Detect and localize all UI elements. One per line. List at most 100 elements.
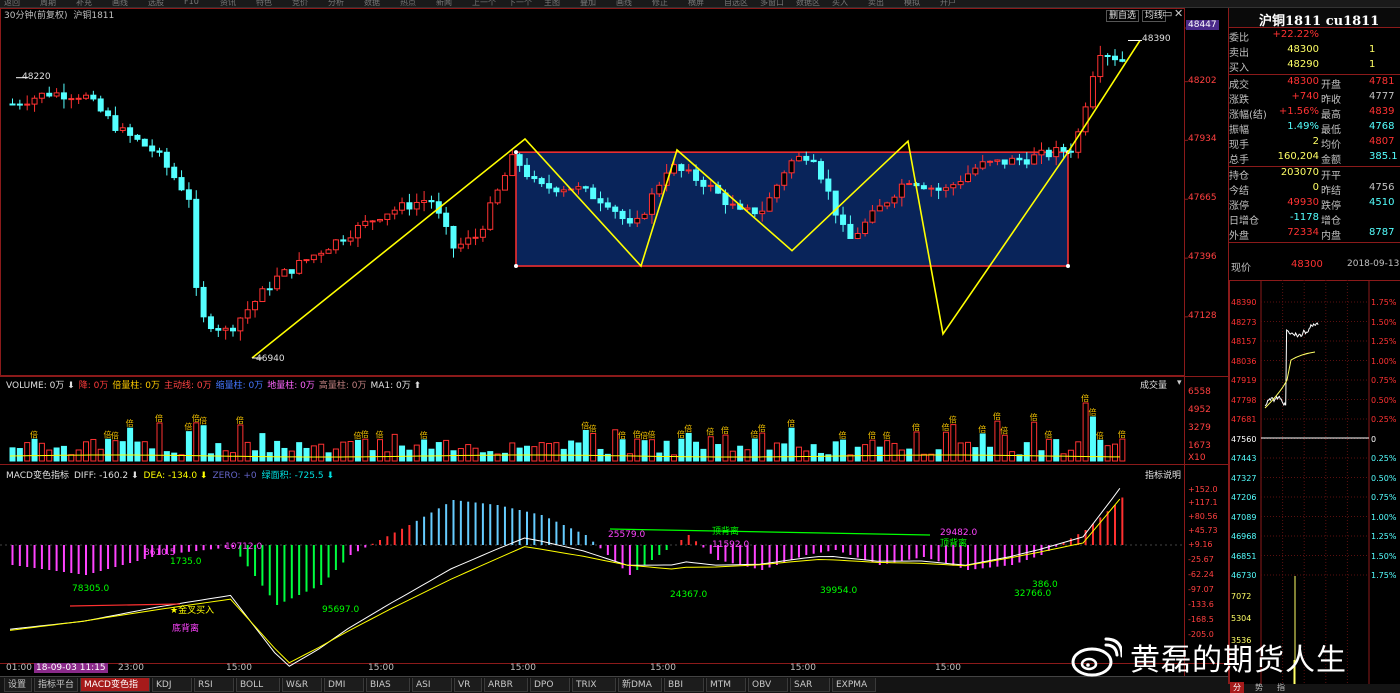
- quote-label: 涨停: [1229, 201, 1249, 212]
- left-high-price-label: 48220: [22, 71, 51, 82]
- volume-bar: [781, 443, 788, 462]
- macd-dea-line: [9, 498, 1121, 664]
- toolbar-item[interactable]: 叠加: [580, 0, 596, 7]
- low-price-label: 46940: [256, 354, 285, 364]
- candle-body: [604, 202, 611, 208]
- candle-body: [252, 301, 259, 311]
- volume-bar: [318, 443, 325, 462]
- indicator-tab[interactable]: W&R: [282, 678, 322, 692]
- toolbar-item[interactable]: 分析: [328, 0, 344, 7]
- toolbar-item[interactable]: 画线: [112, 0, 128, 7]
- volume-bar: [435, 442, 442, 462]
- indicator-tab[interactable]: BIAS: [366, 678, 410, 692]
- toolbar-item[interactable]: 竞价: [292, 0, 308, 7]
- indicator-tab[interactable]: DMI: [324, 678, 364, 692]
- indicator-tab[interactable]: ASI: [412, 678, 452, 692]
- indicator-tab[interactable]: KDJ: [152, 678, 192, 692]
- toolbar-item[interactable]: 补充: [76, 0, 92, 7]
- volume-bar: [105, 438, 112, 462]
- indicator-tab[interactable]: DPO: [530, 678, 570, 692]
- candle-body: [215, 328, 222, 331]
- double-volume-marker: 倍: [1088, 407, 1096, 417]
- indicator-tab[interactable]: EXPMA: [832, 678, 876, 692]
- toolbar-item[interactable]: 数据区: [796, 0, 820, 7]
- volume-right-label[interactable]: 成交量: [1140, 378, 1167, 391]
- indicator-tab[interactable]: ARBR: [484, 678, 528, 692]
- quote-footer-tabs: 分势指: [1228, 682, 1400, 693]
- toolbar-item[interactable]: 自选区: [724, 0, 748, 7]
- candle-body: [942, 187, 949, 191]
- toolbar-item[interactable]: 主图: [544, 0, 560, 7]
- quote-row: 外盘 72334 内盘 8787: [1229, 226, 1400, 243]
- quote-label-2: 最低: [1321, 125, 1341, 136]
- toolbar-item[interactable]: 数据: [364, 0, 380, 7]
- quote-value: 72334: [1287, 227, 1319, 238]
- volume-bar: [612, 429, 619, 462]
- volume-bar: [1053, 439, 1060, 462]
- indicator-tab[interactable]: 指标平台: [34, 678, 78, 692]
- indicator-tab[interactable]: RSI: [194, 678, 234, 692]
- toolbar-item[interactable]: 修正: [652, 0, 668, 7]
- indicator-tab[interactable]: 设置: [4, 678, 32, 692]
- indicator-tab[interactable]: OBV: [748, 678, 788, 692]
- volume-bar: [428, 448, 435, 462]
- volume-bar: [972, 447, 979, 462]
- toolbar-item[interactable]: 多窗口: [760, 0, 784, 7]
- volume-dropdown-icon[interactable]: ▾: [1177, 378, 1182, 388]
- indicator-tab[interactable]: 新DMA: [618, 678, 662, 692]
- indicator-tab[interactable]: MTM: [706, 678, 746, 692]
- quote-label-2: 开盘: [1321, 80, 1341, 91]
- volume-bar: [171, 452, 178, 462]
- price-axis-label: 47665: [1188, 193, 1217, 204]
- indicator-tab[interactable]: TRIX: [572, 678, 616, 692]
- toolbar-item[interactable]: 新闻: [436, 0, 452, 7]
- macd-info-button[interactable]: 指标说明: [1145, 468, 1181, 481]
- toolbar-item[interactable]: 开户: [940, 0, 956, 7]
- candle-body: [90, 94, 97, 100]
- toolbar-item[interactable]: F10: [184, 0, 199, 6]
- macd-annotation: 78305.0: [72, 584, 110, 594]
- indicator-tab[interactable]: BOLL: [236, 678, 280, 692]
- toolbar-item[interactable]: 卖出: [868, 0, 884, 7]
- volume-bar: [671, 454, 677, 462]
- toolbar-item[interactable]: 返回: [4, 0, 20, 7]
- quote-label-2: 金额: [1321, 155, 1341, 166]
- macd-axis-label: +152.0: [1188, 485, 1218, 494]
- volume-bar: [457, 448, 464, 462]
- indicator-tab[interactable]: SAR: [790, 678, 830, 692]
- macd-diff-line: [9, 488, 1121, 667]
- toolbar-item[interactable]: 模拟: [904, 0, 920, 7]
- indicator-tab[interactable]: MACD变色指标: [80, 678, 150, 692]
- indicator-tab[interactable]: VR: [454, 678, 482, 692]
- double-volume-marker: 倍: [978, 424, 986, 434]
- box-corner-dot: [514, 264, 518, 269]
- indicator-tab[interactable]: BBI: [664, 678, 704, 692]
- mini-avg-line: [1264, 351, 1316, 409]
- quote-footer-tab[interactable]: 分: [1230, 682, 1244, 693]
- quote-panel: 沪铜1811 cu1811 委比 +22.22% 卖出 48300 1 买入 48290 1 成…: [1228, 8, 1400, 692]
- toolbar-item[interactable]: 热点: [400, 0, 416, 7]
- quote-footer-tab[interactable]: 指: [1274, 682, 1288, 693]
- candle-body: [46, 92, 53, 97]
- quote-footer-tab[interactable]: 势: [1252, 682, 1266, 693]
- candle-body: [1009, 157, 1016, 165]
- toolbar-item[interactable]: 资讯: [220, 0, 236, 7]
- toolbar-item[interactable]: 特色: [256, 0, 272, 7]
- candle-body: [391, 209, 398, 215]
- toolbar-item[interactable]: 下一个: [508, 0, 532, 7]
- chart-area[interactable]: 30分钟(前复权) 沪铜1811 删自选 均线 ✕ ▭ 倍倍倍倍倍倍倍倍倍倍倍倍…: [0, 7, 1228, 676]
- quote-value-2: 8787: [1369, 227, 1395, 238]
- toolbar-item[interactable]: 选股: [148, 0, 164, 7]
- double-volume-marker: 倍: [30, 429, 38, 439]
- candle-body: [501, 175, 508, 191]
- quote-value-2: 4756: [1369, 182, 1395, 193]
- toolbar-item[interactable]: 买入: [832, 0, 848, 7]
- volume-bar: [1067, 449, 1074, 462]
- volume-bar: [207, 453, 214, 462]
- toolbar-item[interactable]: 周期: [40, 0, 56, 7]
- toolbar-item[interactable]: 横屏: [688, 0, 704, 7]
- toolbar-item[interactable]: 画线: [616, 0, 632, 7]
- candle-body: [68, 98, 75, 101]
- toolbar-item[interactable]: 上一个: [472, 0, 496, 7]
- price-axis-label: 47934: [1188, 134, 1217, 145]
